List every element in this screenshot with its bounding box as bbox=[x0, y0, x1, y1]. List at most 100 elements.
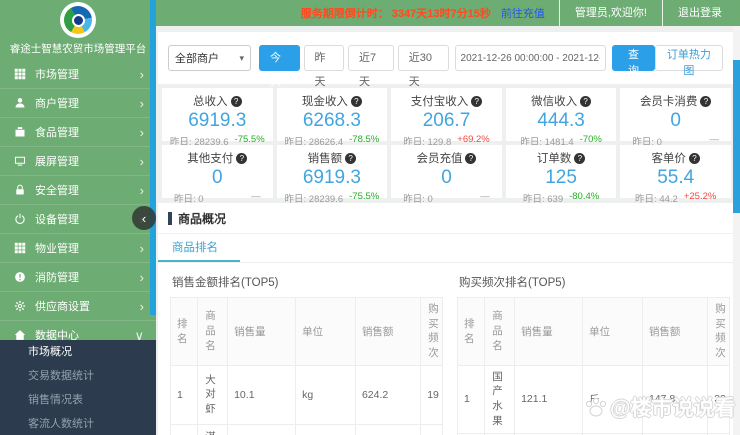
sidebar-item-screen[interactable]: 展屏管理 › bbox=[0, 147, 156, 176]
paw-icon bbox=[585, 397, 607, 417]
table-header-row: 排名 商品名 销售量 单位 销售额 购买频次 bbox=[456, 297, 730, 366]
table-title: 销售金额排名(TOP5) bbox=[172, 277, 279, 289]
filter-bar: 全部商户 ▾ 今天 昨天 近7天 近30天 查询 订单热力图 bbox=[158, 32, 733, 88]
sidebar-item-label: 安全管理 bbox=[35, 185, 79, 197]
cell-buy-frequency bbox=[420, 423, 443, 435]
logout-button[interactable]: 退出登录 bbox=[662, 0, 740, 26]
range-button-yesterday[interactable]: 昨天 bbox=[303, 45, 345, 88]
help-icon[interactable]: ? bbox=[350, 95, 362, 107]
help-icon[interactable]: ? bbox=[688, 152, 700, 164]
help-icon[interactable]: ? bbox=[700, 95, 712, 107]
help-icon[interactable]: ? bbox=[471, 95, 483, 107]
range-button-today[interactable]: 今天 bbox=[259, 45, 300, 88]
caret-down-icon: ▾ bbox=[239, 52, 244, 63]
col-buy-frequency: 购买频次 bbox=[420, 297, 443, 366]
stat-value: 0 bbox=[670, 110, 681, 131]
sidebar-item-market[interactable]: 市场管理 › bbox=[0, 60, 156, 89]
range-button-7days[interactable]: 近7天 bbox=[348, 45, 394, 88]
watermark-text: @楼市说说看 bbox=[610, 397, 736, 420]
merchant-select[interactable]: 全部商户 ▾ bbox=[168, 45, 251, 71]
submenu-item-market-overview[interactable]: 市场概况 bbox=[0, 340, 156, 364]
sidebar-item-merchant[interactable]: 商户管理 › bbox=[0, 89, 156, 118]
col-product-name: 商品名 bbox=[197, 297, 229, 366]
sidebar-collapse-button[interactable]: ‹ bbox=[132, 206, 156, 230]
screen-icon bbox=[14, 155, 26, 167]
submenu-item-sales-report[interactable]: 销售情况表 bbox=[0, 388, 156, 412]
chevron-right-icon: › bbox=[139, 95, 144, 111]
section-title: 商品概况 bbox=[178, 211, 227, 226]
stat-card-total-income: 总收入? 6919.3 昨日: 28239.6 -75.5% bbox=[162, 88, 273, 148]
tab-product-ranking[interactable]: 商品排名 bbox=[158, 234, 240, 262]
sidebar-menu: 市场管理 › 商户管理 › 食品管理 › 展屏管理 › 安全管理 › 设备管理 … bbox=[0, 60, 156, 350]
help-icon[interactable]: ? bbox=[236, 152, 248, 164]
stat-label: 支付宝收入 bbox=[410, 96, 469, 108]
table-row: 湛江 bbox=[169, 423, 443, 435]
stat-card-cash-income: 现金收入? 6268.3 昨日: 28626.4 -78.5% bbox=[276, 88, 388, 148]
content-scrollbar-thumb[interactable] bbox=[733, 60, 740, 213]
section-accent-bar bbox=[168, 211, 172, 225]
date-range-input[interactable] bbox=[454, 45, 607, 71]
stat-card-alipay-income: 支付宝收入? 206.7 昨日: 129.8 +69.2% bbox=[391, 88, 502, 148]
grid-icon bbox=[14, 68, 26, 80]
help-icon[interactable]: ? bbox=[230, 95, 242, 107]
stat-value: 55.4 bbox=[657, 167, 695, 188]
sales-amount-rank-table: 销售金额排名(TOP5) 排名 商品名 销售量 单位 销售额 购买频次 1 大对… bbox=[169, 267, 443, 435]
order-heatmap-button[interactable]: 订单热力图 bbox=[654, 45, 724, 77]
service-countdown: 服务期限倒计时： 3347天13时7分15秒 bbox=[300, 8, 491, 20]
stat-value: 6919.3 bbox=[188, 110, 247, 131]
sidebar-item-label: 物业管理 bbox=[35, 243, 79, 255]
col-rank: 排名 bbox=[169, 297, 199, 366]
submenu-item-visitor-stats[interactable]: 客流人数统计 bbox=[0, 412, 156, 435]
stat-value: 6919.3 bbox=[302, 167, 361, 188]
sidebar-scrollbar[interactable] bbox=[150, 0, 156, 315]
stat-label: 订单数 bbox=[536, 153, 572, 165]
help-icon[interactable]: ? bbox=[574, 152, 586, 164]
sidebar-item-property[interactable]: 物业管理 › bbox=[0, 234, 156, 263]
package-icon bbox=[14, 126, 26, 138]
stat-value: 0 bbox=[441, 167, 452, 188]
chevron-right-icon: › bbox=[139, 298, 144, 314]
stat-label: 销售额 bbox=[307, 153, 343, 165]
brand-title: 睿途士智慧农贸市场管理平台 bbox=[9, 43, 147, 55]
col-unit: 单位 bbox=[582, 297, 643, 366]
range-button-30days[interactable]: 近30天 bbox=[397, 45, 449, 88]
query-button[interactable]: 查询 bbox=[612, 45, 655, 77]
sidebar-item-label: 设备管理 bbox=[35, 214, 79, 226]
cell-unit: kg bbox=[295, 364, 356, 425]
stat-card-avg-order-value: 客单价? 55.4 昨日: 44.2 +25.2% bbox=[620, 145, 731, 205]
cell-product-name: 国产水果 bbox=[484, 364, 516, 434]
help-icon[interactable]: ? bbox=[580, 95, 592, 107]
user-icon bbox=[14, 97, 26, 109]
sidebar-item-label: 市场管理 bbox=[35, 69, 79, 81]
col-rank: 排名 bbox=[456, 297, 486, 366]
col-sales-amount: 销售额 bbox=[354, 297, 422, 366]
chevron-right-icon: › bbox=[139, 269, 144, 285]
col-unit: 单位 bbox=[295, 297, 356, 366]
lock-icon bbox=[14, 184, 26, 196]
sidebar-item-label: 消防管理 bbox=[35, 272, 79, 284]
chevron-right-icon: › bbox=[139, 66, 144, 82]
help-icon[interactable]: ? bbox=[345, 152, 357, 164]
table-header-row: 排名 商品名 销售量 单位 销售额 购买频次 bbox=[169, 297, 443, 366]
sidebar-item-supplier[interactable]: 供应商设置 › bbox=[0, 292, 156, 321]
help-icon[interactable]: ? bbox=[465, 152, 477, 164]
stat-card-membercard-spend: 会员卡消费? 0 昨日: 0— bbox=[620, 88, 731, 148]
stat-label: 客单价 bbox=[651, 153, 686, 165]
cell-sales-amount: 624.2 bbox=[354, 364, 422, 425]
sidebar-item-fire[interactable]: 消防管理 › bbox=[0, 263, 156, 292]
recharge-link[interactable]: 前往充值 bbox=[501, 5, 545, 21]
cell-rank: 1 bbox=[169, 364, 199, 425]
sidebar-item-label: 食品管理 bbox=[35, 127, 79, 139]
grid-icon bbox=[14, 242, 26, 254]
cell-sales-volume bbox=[227, 423, 297, 435]
col-sales-volume: 销售量 bbox=[227, 297, 297, 366]
cell-sales-volume: 10.1 bbox=[227, 364, 297, 425]
stat-card-order-count: 订单数? 125 昨日: 639 -80.4% bbox=[505, 145, 617, 205]
sidebar-item-food[interactable]: 食品管理 › bbox=[0, 118, 156, 147]
chevron-right-icon: › bbox=[139, 124, 144, 140]
sidebar-item-security[interactable]: 安全管理 › bbox=[0, 176, 156, 205]
submenu-item-trade-stats[interactable]: 交易数据统计 bbox=[0, 364, 156, 388]
sidebar-item-label: 商户管理 bbox=[35, 98, 79, 110]
stat-label: 会员充值 bbox=[416, 153, 463, 165]
table-row: 1 大对虾 10.1 kg 624.2 19 bbox=[169, 364, 443, 425]
